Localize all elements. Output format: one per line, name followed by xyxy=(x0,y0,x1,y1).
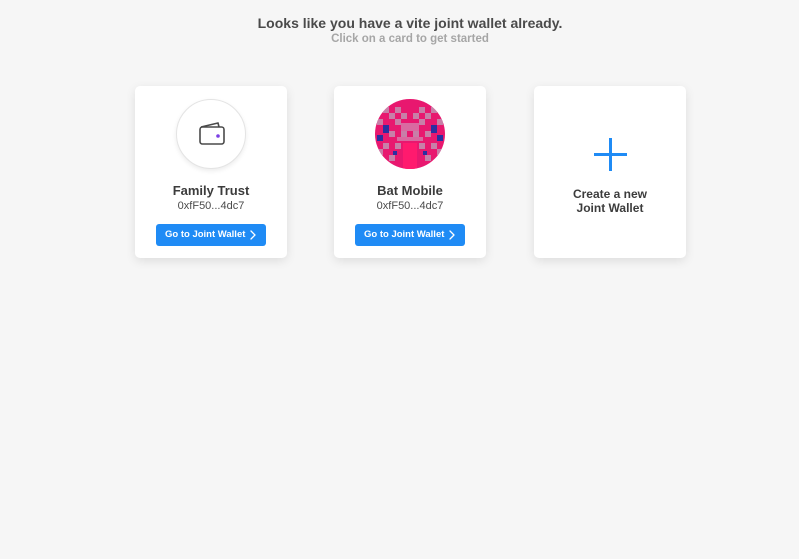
go-to-joint-wallet-button[interactable]: Go to Joint Wallet xyxy=(156,224,266,246)
wallet-card-bat-mobile[interactable]: Bat Mobile 0xfF50...4dc7 Go to Joint Wal… xyxy=(334,86,486,258)
wallet-address: 0xfF50...4dc7 xyxy=(177,200,245,212)
plus-icon xyxy=(594,138,627,171)
wallet-name: Family Trust xyxy=(172,183,250,198)
go-to-joint-wallet-button[interactable]: Go to Joint Wallet xyxy=(355,224,465,246)
page-subtitle: Click on a card to get started xyxy=(331,33,489,45)
wallet-card-family-trust[interactable]: Family Trust 0xfF50...4dc7 Go to Joint W… xyxy=(135,86,287,258)
wallet-icon xyxy=(199,122,225,145)
create-line-1: Create a new xyxy=(572,187,648,201)
pixel-identicon-icon xyxy=(375,99,445,169)
create-joint-wallet-label: Create a new Joint Wallet xyxy=(534,187,686,215)
create-joint-wallet-card[interactable]: Create a new Joint Wallet xyxy=(534,86,686,258)
chevron-right-icon xyxy=(449,230,455,240)
go-to-joint-wallet-label: Go to Joint Wallet xyxy=(165,229,246,240)
chevron-right-icon xyxy=(250,230,256,240)
wallet-avatar xyxy=(375,99,445,169)
wallet-name: Bat Mobile xyxy=(377,183,443,198)
page-heading: Looks like you have a vite joint wallet … xyxy=(0,15,799,47)
wallet-avatar xyxy=(176,99,246,169)
wallet-address: 0xfF50...4dc7 xyxy=(376,200,444,212)
go-to-joint-wallet-label: Go to Joint Wallet xyxy=(364,229,445,240)
create-line-2: Joint Wallet xyxy=(576,201,644,215)
page-title: Looks like you have a vite joint wallet … xyxy=(257,15,563,31)
page: Looks like you have a vite joint wallet … xyxy=(0,0,799,559)
